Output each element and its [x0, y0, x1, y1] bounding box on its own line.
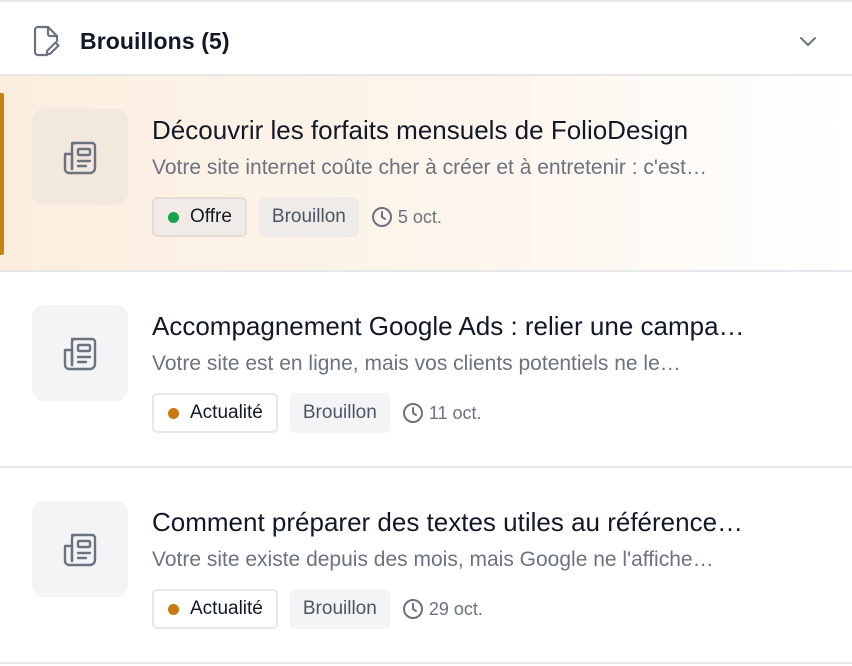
- category-dot-icon: [168, 603, 179, 615]
- chevron-down-icon[interactable]: [796, 31, 820, 51]
- post-meta: Actualité Brouillon 11 oct.: [152, 393, 482, 433]
- clock-icon: [371, 207, 392, 227]
- newspaper-icon: [63, 337, 97, 371]
- date-label: 29 oct.: [428, 598, 483, 619]
- draft-list-item[interactable]: Découvrir les forfaits mensuels de Folio…: [0, 76, 852, 272]
- post-title: Accompagnement Google Ads : relier une c…: [152, 311, 745, 341]
- date-label: 5 oct.: [397, 206, 442, 227]
- category-dot-icon: [168, 407, 179, 419]
- category-label: Actualité: [190, 598, 263, 619]
- clock-icon: [402, 599, 423, 619]
- post-title: Découvrir les forfaits mensuels de Folio…: [152, 115, 689, 145]
- post-date: 5 oct.: [371, 206, 442, 228]
- category-badge: Actualité: [152, 393, 278, 433]
- category-badge: Offre: [152, 197, 247, 237]
- post-excerpt: Votre site existe depuis des mois, mais …: [152, 548, 714, 571]
- drafts-section-title: Brouillons (5): [80, 28, 230, 54]
- post-date: 29 oct.: [402, 598, 483, 620]
- newspaper-icon: [63, 533, 97, 567]
- status-badge: Brouillon: [289, 393, 390, 433]
- drafts-panel: Brouillons (5) Découvrir les forfaits me…: [0, 0, 852, 666]
- post-excerpt: Votre site internet coûte cher à créer e…: [152, 156, 707, 179]
- post-thumbnail: [32, 305, 128, 401]
- post-thumbnail: [32, 109, 128, 205]
- newspaper-icon: [63, 141, 97, 175]
- document-edit-icon: [33, 25, 60, 57]
- post-meta: Offre Brouillon 5 oct.: [152, 197, 442, 237]
- post-date: 11 oct.: [402, 402, 482, 424]
- status-badge: Brouillon: [289, 589, 390, 629]
- draft-list-item[interactable]: Accompagnement Google Ads : relier une c…: [0, 272, 852, 468]
- post-title: Comment préparer des textes utiles au ré…: [152, 507, 744, 537]
- clock-icon: [402, 403, 423, 423]
- category-badge: Actualité: [152, 589, 278, 629]
- category-dot-icon: [168, 211, 179, 223]
- draft-list-item[interactable]: Comment préparer des textes utiles au ré…: [0, 468, 852, 664]
- drafts-section-header[interactable]: Brouillons (5): [0, 4, 852, 76]
- post-thumbnail: [32, 501, 128, 597]
- selected-accent-bar: [0, 93, 4, 255]
- post-meta: Actualité Brouillon 29 oct.: [152, 589, 483, 629]
- category-label: Offre: [190, 206, 232, 227]
- post-excerpt: Votre site est en ligne, mais vos client…: [152, 352, 681, 375]
- status-badge: Brouillon: [258, 197, 359, 237]
- date-label: 11 oct.: [428, 402, 482, 423]
- category-label: Actualité: [190, 402, 263, 423]
